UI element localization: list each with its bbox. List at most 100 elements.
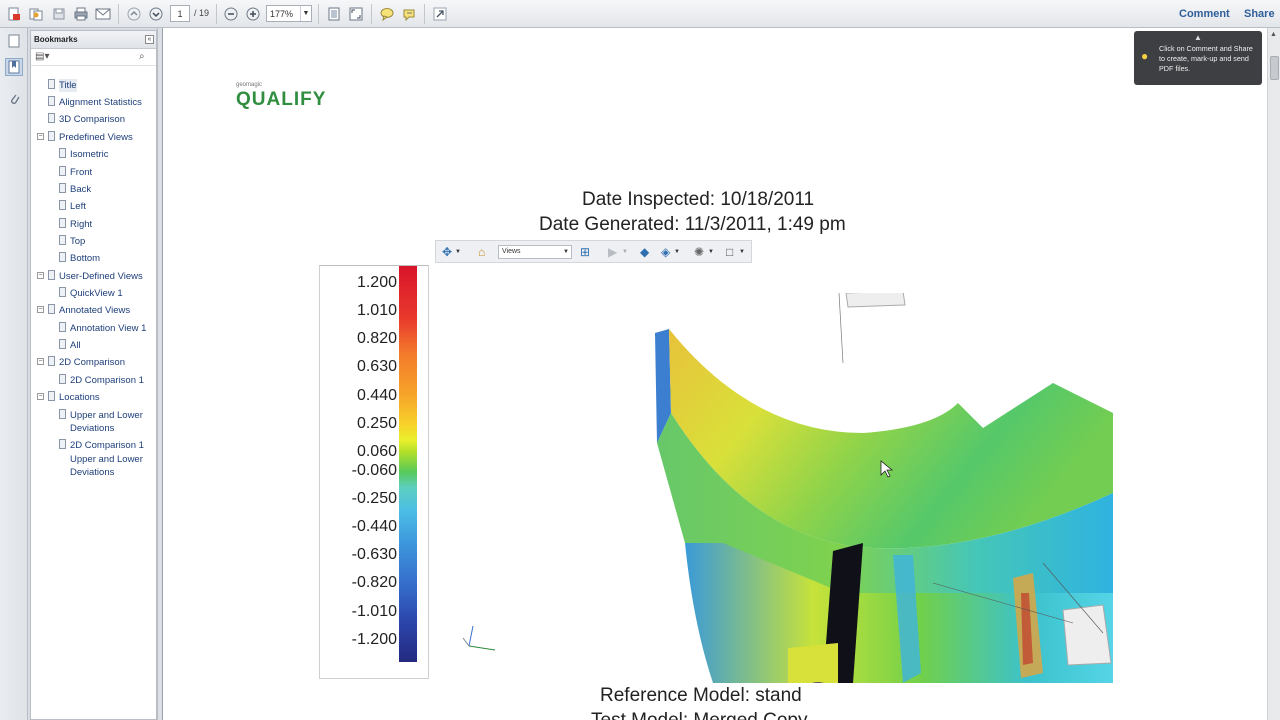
chevron-down-icon[interactable]: ▼ bbox=[739, 249, 745, 255]
bookmark-item[interactable]: Isometric bbox=[70, 148, 109, 161]
create-pdf-icon[interactable] bbox=[5, 5, 23, 23]
legend-value: -1.010 bbox=[351, 603, 397, 620]
previous-page-icon[interactable] bbox=[125, 5, 143, 23]
views-dropdown[interactable]: Views ▼ bbox=[498, 245, 572, 259]
print-icon[interactable] bbox=[72, 5, 90, 23]
bookmark-item[interactable]: Upper and Lower bbox=[70, 453, 143, 466]
chevron-down-icon[interactable]: ▼ bbox=[708, 249, 714, 255]
collapse-toggle-icon[interactable]: − bbox=[37, 358, 44, 365]
bookmark-item[interactable]: Annotated Views bbox=[59, 304, 130, 317]
chevron-down-icon[interactable]: ▼ bbox=[622, 249, 628, 255]
deviation-3d-model[interactable] bbox=[603, 293, 1113, 683]
comment-button[interactable]: Comment bbox=[1179, 8, 1230, 20]
bookmarks-title: Bookmarks bbox=[34, 35, 78, 44]
model-tree-icon[interactable]: ⊞ bbox=[580, 245, 590, 259]
zoom-select[interactable]: ▼ bbox=[266, 5, 312, 22]
bookmarks-icon[interactable] bbox=[5, 58, 23, 76]
legend-value: 0.250 bbox=[356, 415, 397, 432]
bookmark-item[interactable]: Deviations bbox=[70, 466, 114, 479]
chevron-down-icon[interactable]: ▼ bbox=[455, 249, 461, 255]
collapse-toggle-icon[interactable]: − bbox=[37, 393, 44, 400]
bookmark-item[interactable]: QuickView 1 bbox=[70, 287, 123, 300]
legend-value: -1.200 bbox=[351, 631, 397, 648]
legend-value: -0.440 bbox=[351, 518, 397, 535]
bookmark-item[interactable]: Top bbox=[70, 235, 85, 248]
legend-value: -0.630 bbox=[351, 546, 397, 563]
bookmark-item[interactable]: Right bbox=[70, 218, 92, 231]
bookmarks-header: Bookmarks « bbox=[31, 31, 156, 49]
test-model: Test Model: Merged Copy bbox=[591, 710, 808, 720]
bookmark-icon bbox=[48, 113, 55, 123]
bookmark-item[interactable]: Title bbox=[59, 79, 77, 92]
highlight-icon[interactable] bbox=[400, 5, 418, 23]
chevron-up-icon[interactable]: ▲ bbox=[1194, 33, 1202, 42]
bookmark-item[interactable]: Annotation View 1 bbox=[70, 322, 146, 335]
bookmark-icon bbox=[48, 96, 55, 106]
bookmarks-toolbar: ▤▾ ⌕ bbox=[31, 49, 156, 66]
bookmark-item[interactable]: Left bbox=[70, 200, 86, 213]
bookmark-item[interactable]: 2D Comparison bbox=[59, 356, 125, 369]
render-mode-icon[interactable]: ◈ bbox=[661, 245, 670, 259]
bookmark-icon bbox=[48, 356, 55, 366]
new-bookmark-icon[interactable]: ⌕ bbox=[139, 51, 145, 62]
viewer3d-toolbar: ✥ ▼ ⌂ Views ▼ ⊞ ▶ ▼ ◆ ◈ ▼ ✺ ▼ □ ▼ bbox=[435, 240, 752, 263]
bookmark-item[interactable]: 3D Comparison bbox=[59, 113, 125, 126]
bookmark-icon bbox=[59, 235, 66, 245]
bookmark-icon bbox=[59, 218, 66, 228]
zoom-out-icon[interactable] bbox=[222, 5, 240, 23]
play-animation-icon[interactable]: ▶ bbox=[608, 245, 617, 259]
scrollbar-thumb[interactable] bbox=[1270, 56, 1279, 80]
bookmark-item[interactable]: Back bbox=[70, 183, 91, 196]
bookmark-item[interactable]: Front bbox=[70, 166, 92, 179]
fit-page-icon[interactable] bbox=[325, 5, 343, 23]
bookmark-icon bbox=[59, 183, 66, 193]
legend-value: 0.630 bbox=[356, 358, 397, 375]
rotate-tool-icon[interactable]: ✥ bbox=[442, 245, 452, 259]
expand-toolbar-icon[interactable] bbox=[431, 5, 449, 23]
bookmark-item[interactable]: Locations bbox=[59, 391, 100, 404]
background-color-icon[interactable]: □ bbox=[726, 245, 733, 259]
legend-value: 0.440 bbox=[356, 387, 397, 404]
email-icon[interactable] bbox=[94, 5, 112, 23]
collapse-toggle-icon[interactable]: − bbox=[37, 133, 44, 140]
bookmark-icon bbox=[59, 374, 66, 384]
bookmark-item[interactable]: All bbox=[70, 339, 81, 352]
bookmark-item[interactable]: User-Defined Views bbox=[59, 270, 143, 283]
bookmark-icon bbox=[59, 339, 66, 349]
scroll-up-icon[interactable]: ▲ bbox=[1270, 31, 1277, 38]
collapse-toggle-icon[interactable]: − bbox=[37, 272, 44, 279]
bookmark-item[interactable]: 2D Comparison 1 bbox=[70, 439, 144, 452]
next-page-icon[interactable] bbox=[147, 5, 165, 23]
collapse-panel-icon[interactable]: « bbox=[145, 35, 154, 44]
bookmark-item[interactable]: Alignment Statistics bbox=[59, 96, 142, 109]
options-menu-icon[interactable]: ▤▾ bbox=[35, 51, 49, 62]
legend-value: 1.010 bbox=[356, 302, 397, 319]
combine-files-icon[interactable] bbox=[27, 5, 45, 23]
navigation-pane bbox=[0, 28, 28, 720]
projection-icon[interactable]: ◆ bbox=[640, 245, 649, 259]
chevron-down-icon[interactable]: ▼ bbox=[300, 6, 311, 21]
page-number-input[interactable] bbox=[170, 5, 190, 22]
bookmark-item[interactable]: Predefined Views bbox=[59, 131, 133, 144]
comment-bubble-icon[interactable] bbox=[378, 5, 396, 23]
bookmark-item[interactable]: Bottom bbox=[70, 252, 100, 265]
vertical-scrollbar[interactable]: ▲ bbox=[1267, 28, 1280, 720]
page-thumbnails-icon[interactable] bbox=[5, 32, 23, 50]
tooltip-text: Click on Comment and Share to create, ma… bbox=[1159, 44, 1253, 73]
home-view-icon[interactable]: ⌂ bbox=[478, 245, 485, 259]
attachments-icon[interactable] bbox=[5, 90, 23, 108]
bookmark-item[interactable]: Upper and Lower bbox=[70, 409, 143, 422]
save-icon[interactable] bbox=[50, 5, 68, 23]
bookmark-item[interactable]: 2D Comparison 1 bbox=[70, 374, 144, 387]
zoom-in-icon[interactable] bbox=[244, 5, 262, 23]
date-inspected: Date Inspected: 10/18/2011 bbox=[582, 189, 815, 210]
share-button[interactable]: Share bbox=[1244, 8, 1275, 20]
comment-share-tooltip[interactable]: ▲ ● Click on Comment and Share to create… bbox=[1134, 31, 1262, 85]
zoom-input[interactable] bbox=[267, 6, 301, 21]
lighting-icon[interactable]: ✺ bbox=[694, 245, 704, 259]
bookmark-icon bbox=[59, 252, 66, 262]
chevron-down-icon[interactable]: ▼ bbox=[674, 249, 680, 255]
collapse-toggle-icon[interactable]: − bbox=[37, 306, 44, 313]
bookmark-item[interactable]: Deviations bbox=[70, 422, 114, 435]
full-screen-icon[interactable] bbox=[347, 5, 365, 23]
